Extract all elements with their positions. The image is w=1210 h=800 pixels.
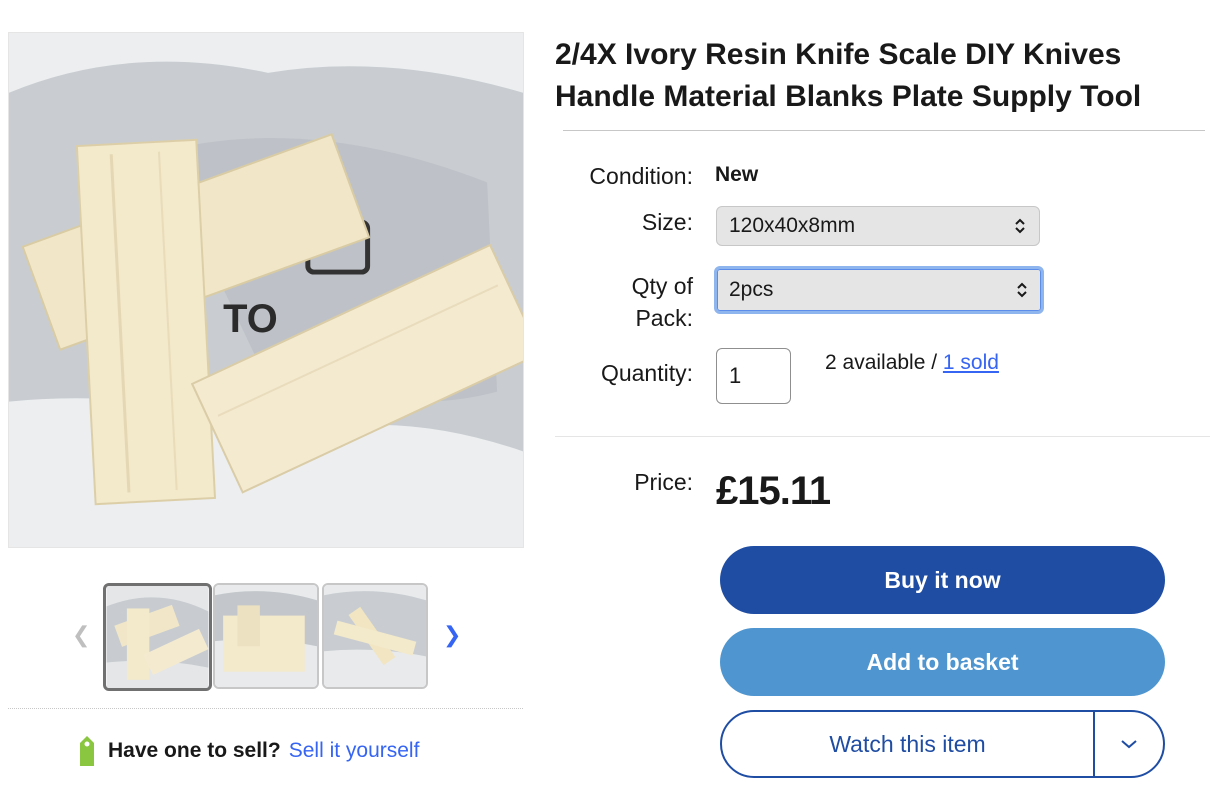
available-count: 2 available / <box>825 351 943 374</box>
thumbnail-image-2[interactable] <box>213 583 319 689</box>
chevron-down-icon <box>1121 740 1137 749</box>
thumbnail-image-3-photo <box>324 585 426 687</box>
sell-question: Have one to sell? <box>108 739 281 762</box>
qty-of-pack-label-line-2: Pack: <box>635 305 693 331</box>
svg-text:TO: TO <box>223 297 278 341</box>
thumbnail-image-2-photo <box>215 585 317 687</box>
condition-label: Condition: <box>589 163 693 189</box>
size-select[interactable]: 120x40x8mm <box>716 206 1040 246</box>
product-main-image[interactable]: TO <box>8 32 524 548</box>
size-label: Size: <box>641 209 693 235</box>
buy-it-now-button[interactable]: Buy it now <box>720 546 1165 614</box>
ivory-resin-scales-photo: TO <box>9 33 523 547</box>
select-chevron-icon <box>1015 281 1029 299</box>
chevron-left-icon[interactable]: ❮ <box>72 624 90 646</box>
condition-value: New <box>715 163 759 186</box>
sell-prompt: Have one to sell? Sell it yourself <box>76 735 419 767</box>
title-divider <box>563 130 1205 131</box>
chevron-right-icon[interactable]: ❯ <box>443 624 461 646</box>
quantity-input[interactable] <box>716 348 791 404</box>
sell-it-yourself-link[interactable]: Sell it yourself <box>289 739 420 763</box>
qty-of-pack-label: Qty of Pack: <box>560 270 693 334</box>
add-to-basket-button[interactable]: Add to basket <box>720 628 1165 696</box>
price-tag-icon <box>80 736 94 766</box>
watch-dropdown-button[interactable] <box>1095 712 1163 776</box>
thumbnail-image-3[interactable] <box>322 583 428 689</box>
thumbnail-image-1-photo <box>106 586 209 688</box>
quantity-label: Quantity: <box>600 360 693 386</box>
price-label: Price: <box>634 469 693 495</box>
availability-text: 2 available / 1 sold <box>825 348 999 378</box>
qty-of-pack-label-line-1: Qty of <box>631 273 693 299</box>
divider <box>8 708 523 709</box>
size-select-value: 120x40x8mm <box>729 214 856 237</box>
product-title: 2/4X Ivory Resin Knife Scale DIY Knives … <box>555 38 1142 113</box>
thumbnail-image-1[interactable] <box>103 583 212 691</box>
select-chevron-icon <box>1013 217 1027 235</box>
section-divider <box>555 436 1210 437</box>
qty-of-pack-select-value: 2pcs <box>729 278 774 301</box>
qty-of-pack-select[interactable]: 2pcs <box>714 266 1044 314</box>
watch-button-group: Watch this item <box>720 710 1165 778</box>
watch-this-item-button[interactable]: Watch this item <box>722 712 1093 776</box>
price-value: £15.11 <box>716 469 831 513</box>
sold-link[interactable]: 1 sold <box>943 351 999 374</box>
